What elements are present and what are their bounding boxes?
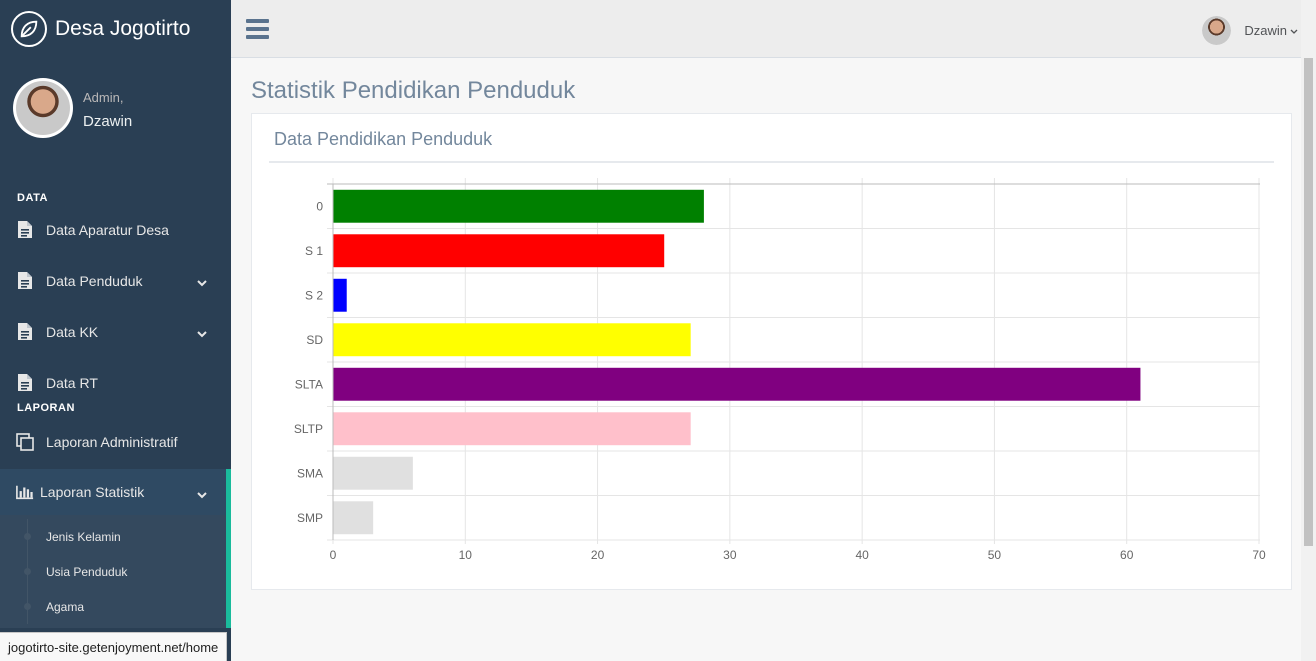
sidebar-item-label: Data KK [46,323,99,340]
x-tick-label: 30 [723,548,737,562]
top-navbar: Dzawin [231,0,1316,58]
bar [333,189,704,223]
sidebar-item-laporan-administratif[interactable]: Laporan Administratif [0,416,231,467]
leaf-icon [11,11,47,47]
y-tick-label: S 1 [305,244,323,258]
x-tick-label: 10 [459,548,473,562]
file-icon [16,373,34,393]
page-title: Statistik Pendidikan Penduduk [251,77,576,104]
main-content: Statistik Pendidikan Penduduk Data Pendi… [231,58,1301,661]
divider [269,161,1274,163]
profile: Admin, Dzawin [0,58,231,198]
bar [333,278,347,312]
user-name: Dzawin [1244,23,1287,38]
file-icon [16,322,34,342]
file-icon [16,220,34,240]
bar [333,323,691,357]
x-tick-label: 0 [330,548,337,562]
sidebar-item-label: Laporan Statistik [40,484,145,500]
sidebar-item-data-kk[interactable]: Data KK [0,306,231,357]
status-url: jogotirto-site.getenjoyment.net/home [0,632,228,661]
sidebar-item-label: Data RT [46,374,98,391]
welcome-text: Admin, [83,90,124,105]
x-tick-label: 60 [1120,548,1134,562]
y-tick-label: SMP [297,511,323,525]
bar [333,234,665,268]
sidebar-item-label: Data Aparatur Desa [46,221,169,238]
chart-panel: Data Pendidikan Penduduk 0 10 20 30 40 50 60 70… [251,113,1292,590]
menu-section-data: DATA [17,192,48,204]
submenu-item-usia-penduduk[interactable]: Usia Penduduk [0,554,226,589]
bar [333,367,1141,401]
file-icon [16,271,34,291]
x-tick-label: 70 [1252,548,1266,562]
x-tick-label: 20 [591,548,605,562]
profile-name: Dzawin [83,113,133,130]
bar [333,501,374,535]
x-tick-label: 40 [855,548,869,562]
sidebar-item-data-rt[interactable]: Data RT [0,357,231,408]
copy-icon [16,432,34,452]
sidebar: Desa Jogotirto Admin, Dzawin DATA Data A… [0,0,231,661]
user-dropdown[interactable]: Dzawin [1202,16,1298,45]
submenu-laporan-statistik: Jenis Kelamin Usia Penduduk Agama [0,515,231,628]
avatar [13,78,73,138]
bar-chart-icon [16,482,34,502]
bar-chart: 0 10 20 30 40 50 60 70 0 S 1 S 2 SD SLTA SLTP SMA SMP [294,178,1266,562]
brand-title: Desa Jogotirto [55,17,191,40]
x-tick-label: 50 [988,548,1002,562]
sidebar-item-label: Data Penduduk [46,272,143,289]
y-tick-label: SLTP [294,422,323,436]
bar [333,412,691,446]
brand[interactable]: Desa Jogotirto [0,0,231,58]
y-tick-label: S 2 [305,288,323,302]
avatar [1202,16,1232,45]
submenu-item-jenis-kelamin[interactable]: Jenis Kelamin [0,519,226,554]
scrollbar[interactable] [1301,0,1316,661]
y-tick-label: SD [306,333,323,347]
chevron-down-icon [1290,23,1298,38]
sidebar-item-data-aparatur-desa[interactable]: Data Aparatur Desa [0,204,231,255]
y-tick-label: SLTA [295,377,323,391]
panel-title: Data Pendidikan Penduduk [274,129,493,149]
chevron-down-icon [197,486,207,502]
scrollbar-thumb[interactable] [1304,58,1313,546]
y-tick-label: SMA [297,466,323,480]
submenu-item-agama[interactable]: Agama [0,589,226,624]
menu-toggle-icon[interactable] [246,19,269,39]
y-tick-label: 0 [316,199,323,213]
chevron-down-icon [197,325,207,341]
sidebar-item-laporan-statistik[interactable]: Laporan Statistik [0,469,231,515]
bar [333,456,413,490]
sidebar-item-label: Laporan Administratif [46,433,178,450]
chevron-down-icon [197,274,207,290]
sidebar-item-data-penduduk[interactable]: Data Penduduk [0,255,231,306]
